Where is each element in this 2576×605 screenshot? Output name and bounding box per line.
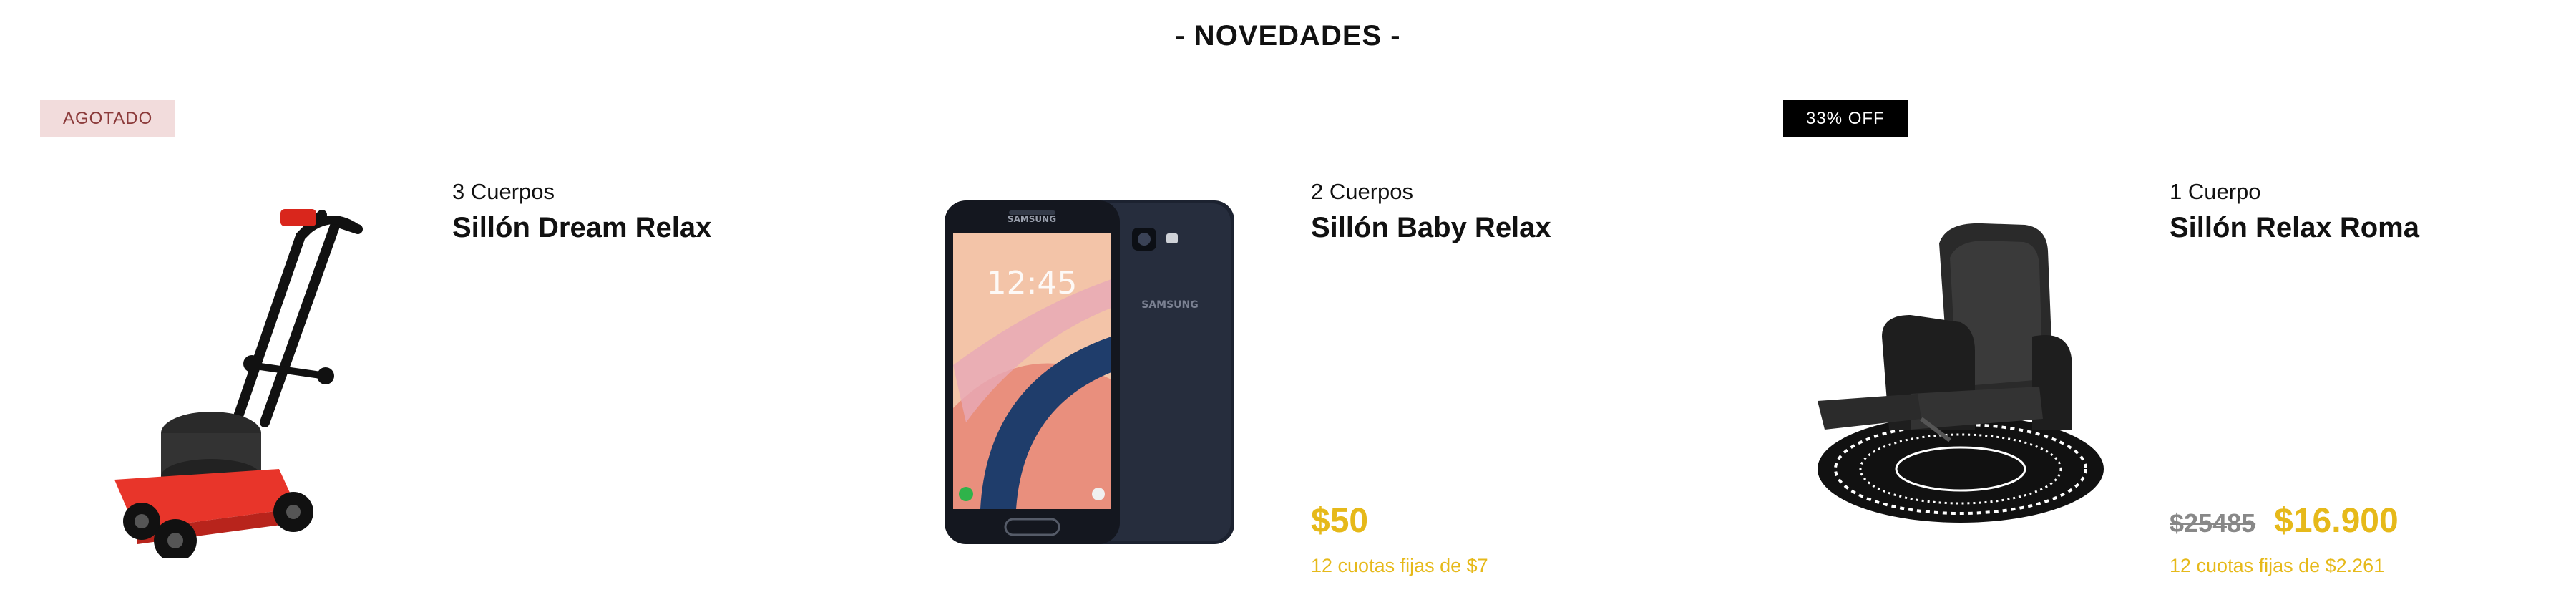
product-name-link[interactable]: Sillón Baby Relax	[1311, 212, 1697, 244]
product-card[interactable]: 33% OFF 1 Cuerpo Sillón Relax Roma $2548…	[1717, 0, 2576, 605]
recliner-chair-icon	[1818, 223, 2104, 523]
product-subtitle: 1 Cuerpo	[2170, 179, 2261, 204]
installments-info: 12 cuotas fijas de $2.261	[2170, 555, 2385, 576]
soldout-badge: AGOTADO	[40, 100, 176, 137]
lawn-mower-icon	[114, 209, 363, 558]
product-card[interactable]: AGOTADO 3 Cuerpos Sillón Dream Relax	[0, 0, 859, 605]
product-image[interactable]	[1760, 158, 2161, 587]
installments-info: 12 cuotas fijas de $7	[1311, 555, 1488, 576]
product-price: $16.900	[2274, 502, 2399, 540]
product-price: $50	[1311, 502, 1369, 540]
product-card[interactable]: SAMSUNG 12:45 SAMSUNG 2 Cuerpos Sillón B…	[859, 0, 1717, 605]
product-grid: AGOTADO 3 Cuerpos Sillón Dream Relax SAM…	[0, 0, 2576, 605]
product-subtitle: 2 Cuerpos	[1311, 179, 1414, 204]
original-price: $25485	[2170, 508, 2256, 538]
phone-back-brand: SAMSUNG	[1141, 299, 1199, 311]
product-subtitle: 3 Cuerpos	[452, 179, 555, 204]
product-image[interactable]	[43, 158, 444, 587]
product-name-link[interactable]: Sillón Relax Roma	[2170, 212, 2556, 244]
discount-badge: 33% OFF	[1783, 100, 1908, 137]
phone-front-brand: SAMSUNG	[1008, 214, 1056, 224]
smartphone-icon: SAMSUNG 12:45 SAMSUNG	[945, 200, 1234, 544]
product-name-link[interactable]: Sillón Dream Relax	[452, 212, 839, 244]
product-image[interactable]: SAMSUNG 12:45 SAMSUNG	[902, 158, 1302, 587]
phone-clock: 12:45	[987, 265, 1078, 301]
